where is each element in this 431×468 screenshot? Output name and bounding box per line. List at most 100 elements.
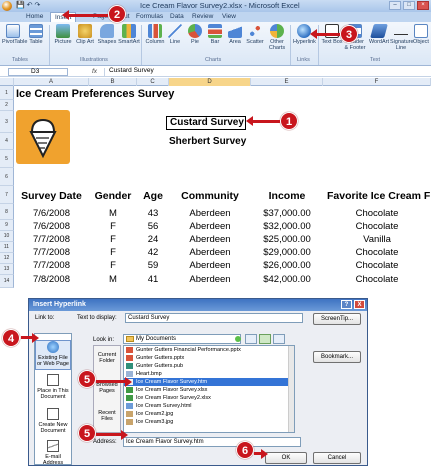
cell-age[interactable]: 42 bbox=[137, 247, 169, 258]
up-folder-icon[interactable] bbox=[235, 336, 241, 342]
office-button-icon[interactable] bbox=[2, 1, 12, 11]
cell-age[interactable]: 43 bbox=[137, 208, 169, 219]
cell-community[interactable]: Aberdeen bbox=[169, 208, 251, 219]
column-header-a[interactable]: A bbox=[14, 78, 89, 86]
list-item[interactable]: Ice Cream Survey.html bbox=[124, 402, 294, 410]
quick-access-toolbar[interactable]: 💾 ↶ ↷ bbox=[16, 1, 40, 9]
bookmark-button[interactable]: Bookmark... bbox=[313, 351, 361, 363]
cell-flavor[interactable]: Vanilla bbox=[323, 234, 431, 245]
cell-flavor[interactable]: Chocolate bbox=[323, 274, 431, 285]
cell-flavor[interactable]: Chocolate bbox=[323, 208, 431, 219]
clipart-button[interactable]: Clip Art bbox=[74, 22, 96, 45]
row-header[interactable]: 8 bbox=[0, 204, 14, 220]
formula-input[interactable]: Custard Survey bbox=[104, 67, 424, 76]
list-item[interactable]: Heart.bmp bbox=[124, 370, 294, 378]
object-button[interactable]: Object bbox=[410, 22, 431, 45]
cell-income[interactable]: $32,000.00 bbox=[251, 221, 323, 232]
picture-button[interactable]: Picture bbox=[52, 22, 74, 45]
row-header[interactable]: 14 bbox=[0, 275, 14, 288]
tab-home[interactable]: Home bbox=[26, 13, 43, 20]
column-header-f[interactable]: F bbox=[323, 78, 431, 86]
cell-gender[interactable]: M bbox=[89, 208, 137, 219]
cell-income[interactable]: $37,000.00 bbox=[251, 208, 323, 219]
line-chart-button[interactable]: Line bbox=[164, 22, 186, 45]
cell-community[interactable]: Aberdeen bbox=[169, 260, 251, 271]
cell-flavor[interactable]: Chocolate bbox=[323, 247, 431, 258]
browse-web-icon[interactable] bbox=[259, 334, 271, 344]
column-chart-button[interactable]: Column bbox=[144, 22, 166, 45]
select-all-corner[interactable] bbox=[0, 78, 14, 86]
tab-review[interactable]: Review bbox=[192, 13, 213, 20]
browse-file-icon[interactable] bbox=[273, 334, 285, 344]
look-in-select[interactable]: My Documents bbox=[123, 334, 241, 344]
pivottable-button[interactable]: PivotTable bbox=[2, 22, 27, 45]
address-input[interactable]: Ice Cream Flavor Survey.htm bbox=[123, 437, 301, 447]
list-item-selected[interactable]: Ice Cream Flavor Survey.htm bbox=[124, 378, 294, 386]
column-header-b[interactable]: B bbox=[89, 78, 137, 86]
cell-income[interactable]: $26,000.00 bbox=[251, 260, 323, 271]
column-header-c[interactable]: C bbox=[137, 78, 169, 86]
cell-age[interactable]: 24 bbox=[137, 234, 169, 245]
cell-date[interactable]: 7/8/2008 bbox=[14, 274, 89, 285]
cell-flavor[interactable]: Chocolate bbox=[323, 260, 431, 271]
place-recent-files[interactable]: Recent Files bbox=[94, 410, 120, 422]
cell-community[interactable]: Aberdeen bbox=[169, 234, 251, 245]
cell-community[interactable]: Aberdeen bbox=[169, 274, 251, 285]
cell-gender[interactable]: F bbox=[89, 260, 137, 271]
name-box[interactable]: D3 bbox=[8, 68, 68, 76]
row-header[interactable]: 4 bbox=[0, 133, 14, 150]
cell-gender[interactable]: F bbox=[89, 234, 137, 245]
row-header[interactable]: 10 bbox=[0, 231, 14, 242]
cell-age[interactable]: 56 bbox=[137, 221, 169, 232]
cell-flavor[interactable]: Chocolate bbox=[323, 221, 431, 232]
scatter-chart-button[interactable]: Scatter bbox=[244, 22, 266, 45]
row-header[interactable]: 1 bbox=[0, 86, 14, 100]
link-place-in-document[interactable]: Place in This Document bbox=[35, 374, 71, 404]
cell-gender[interactable]: M bbox=[89, 274, 137, 285]
row-header[interactable]: 9 bbox=[0, 220, 14, 231]
screentip-button[interactable]: ScreenTip... bbox=[313, 313, 361, 325]
other-charts-button[interactable]: Other Charts bbox=[266, 22, 288, 51]
fx-icon[interactable]: fx bbox=[92, 68, 97, 75]
row-header[interactable]: 2 bbox=[0, 100, 14, 111]
maximize-button[interactable]: □ bbox=[403, 1, 415, 10]
cell-date[interactable]: 7/7/2008 bbox=[14, 260, 89, 271]
bar-chart-button[interactable]: Bar bbox=[204, 22, 226, 45]
help-button[interactable]: ? bbox=[341, 300, 352, 309]
wordart-button[interactable]: WordArt bbox=[368, 22, 390, 45]
list-item[interactable]: Gunter Gutters Financial Performance.ppt… bbox=[124, 346, 294, 354]
cell-income[interactable]: $29,000.00 bbox=[251, 247, 323, 258]
link-create-new-document[interactable]: Create New Document bbox=[35, 408, 71, 438]
list-item[interactable]: Gunter Gutters.pub bbox=[124, 362, 294, 370]
place-browsed-pages[interactable]: Browsed Pages bbox=[94, 382, 120, 394]
cell-date[interactable]: 7/7/2008 bbox=[14, 247, 89, 258]
tab-data[interactable]: Data bbox=[170, 13, 184, 20]
column-header-d[interactable]: D bbox=[169, 78, 251, 86]
row-header[interactable]: 5 bbox=[0, 150, 14, 168]
row-header[interactable]: 13 bbox=[0, 264, 14, 275]
cell-community[interactable]: Aberdeen bbox=[169, 221, 251, 232]
pie-chart-button[interactable]: Pie bbox=[184, 22, 206, 45]
cell-gender[interactable]: F bbox=[89, 221, 137, 232]
link-email-address[interactable]: E-mail Address bbox=[35, 440, 71, 466]
cell-date[interactable]: 7/6/2008 bbox=[14, 221, 89, 232]
row-header[interactable]: 7 bbox=[0, 186, 14, 204]
link-existing-file[interactable]: Existing File or Web Page bbox=[35, 340, 71, 370]
cell-date[interactable]: 7/6/2008 bbox=[14, 208, 89, 219]
cell-income[interactable]: $25,000.00 bbox=[251, 234, 323, 245]
table-button[interactable]: Table bbox=[25, 22, 47, 45]
row-header[interactable]: 12 bbox=[0, 253, 14, 264]
sherbert-survey-cell[interactable]: Sherbert Survey bbox=[169, 136, 246, 147]
up-one-level-icon[interactable] bbox=[245, 334, 257, 344]
cell-income[interactable]: $42,000.00 bbox=[251, 274, 323, 285]
row-header[interactable]: 11 bbox=[0, 242, 14, 253]
tab-view[interactable]: View bbox=[222, 13, 236, 20]
cell-community[interactable]: Aberdeen bbox=[169, 247, 251, 258]
list-item[interactable]: Ice Cream Flavor Survey2.xlsx bbox=[124, 394, 294, 402]
row-header[interactable]: 3 bbox=[0, 111, 14, 133]
cell-gender[interactable]: F bbox=[89, 247, 137, 258]
list-item[interactable]: Gunter Gutters.pptx bbox=[124, 354, 294, 362]
text-to-display-input[interactable]: Custard Survey bbox=[125, 313, 303, 323]
signature-line-button[interactable]: Signature Line bbox=[390, 22, 414, 51]
dialog-close-button[interactable]: X bbox=[354, 300, 365, 309]
